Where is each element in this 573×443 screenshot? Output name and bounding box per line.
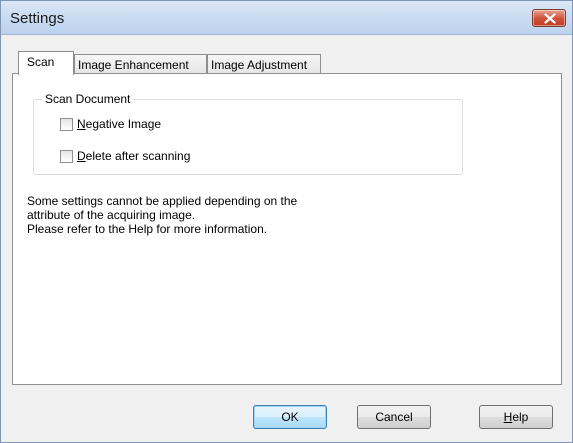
title-bar[interactable]: Settings bbox=[1, 1, 572, 35]
info-line-2: attribute of the acquiring image. bbox=[27, 208, 196, 222]
tab-image-adjustment[interactable]: Image Adjustment bbox=[207, 54, 321, 75]
info-line-3: Please refer to the Help for more inform… bbox=[27, 222, 268, 236]
close-button[interactable] bbox=[532, 9, 566, 27]
tab-image-enhancement-label: Image Enhancement bbox=[78, 58, 189, 72]
tab-image-adjustment-label: Image Adjustment bbox=[211, 58, 308, 72]
delete-after-scanning-label-rest: elete after scanning bbox=[85, 149, 191, 163]
cancel-button[interactable]: Cancel bbox=[357, 405, 431, 429]
close-icon bbox=[544, 13, 556, 24]
scan-document-group: Scan Document Negative Image Delete afte… bbox=[33, 92, 463, 175]
scan-document-group-label: Scan Document bbox=[42, 92, 134, 106]
info-text: Some settings cannot be applied dependin… bbox=[27, 194, 297, 236]
delete-after-scanning-label: Delete after scanning bbox=[77, 149, 190, 163]
help-button[interactable]: Help bbox=[479, 405, 553, 429]
negative-image-label-rest: egative Image bbox=[85, 117, 162, 131]
tab-scan[interactable]: Scan bbox=[18, 51, 74, 75]
delete-after-scanning-mnemonic: D bbox=[77, 149, 86, 163]
help-label-rest: elp bbox=[512, 410, 529, 424]
delete-after-scanning-checkbox-row[interactable]: Delete after scanning bbox=[60, 148, 190, 164]
settings-dialog: Settings Scan Image Enhancement Image Ad… bbox=[0, 0, 573, 443]
ok-button[interactable]: OK bbox=[253, 405, 327, 429]
negative-image-label: Negative Image bbox=[77, 117, 161, 131]
dialog-client: Scan Image Enhancement Image Adjustment … bbox=[11, 51, 563, 431]
tab-panel-scan: Scan Document Negative Image Delete afte… bbox=[12, 73, 562, 385]
tab-scan-label: Scan bbox=[27, 55, 55, 69]
window-title: Settings bbox=[10, 10, 65, 27]
negative-image-mnemonic: N bbox=[77, 117, 86, 131]
negative-image-checkbox-row[interactable]: Negative Image bbox=[60, 116, 161, 132]
tab-image-enhancement[interactable]: Image Enhancement bbox=[74, 54, 207, 75]
negative-image-checkbox[interactable] bbox=[60, 117, 73, 131]
delete-after-scanning-checkbox[interactable] bbox=[60, 149, 73, 163]
info-line-1: Some settings cannot be applied dependin… bbox=[27, 194, 298, 208]
